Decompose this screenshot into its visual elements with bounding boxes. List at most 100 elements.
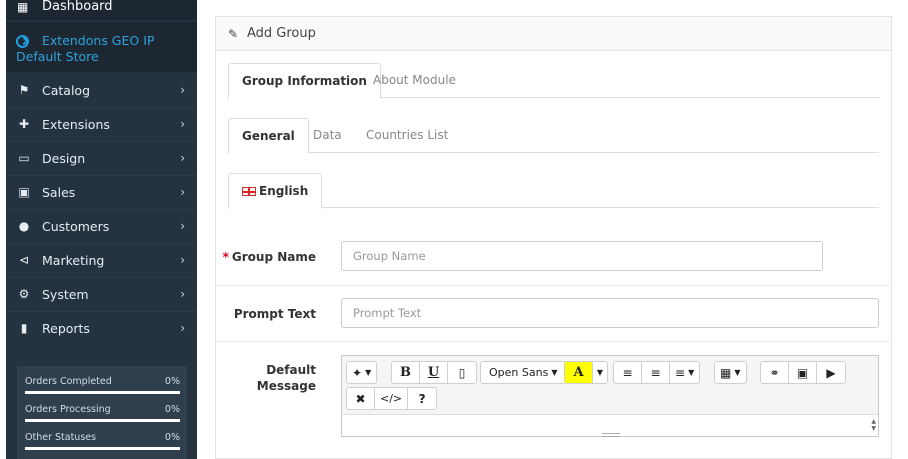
- sidebar-item-marketing[interactable]: ⊲ Marketing ›: [6, 244, 197, 278]
- tab-data[interactable]: Data: [300, 118, 355, 153]
- tab-language-english[interactable]: English: [228, 173, 323, 209]
- scroll-arrows-icon[interactable]: ▲ ▼: [871, 418, 876, 432]
- cart-icon: ▣: [18, 185, 30, 199]
- dashboard-icon: ▦: [17, 0, 29, 14]
- language-tabs: English: [228, 173, 879, 209]
- stat-progress-bar: [25, 419, 180, 422]
- chevron-right-icon: ›: [180, 219, 185, 233]
- caret-down-icon: ▼: [551, 368, 558, 377]
- share-icon: ⊲: [18, 253, 30, 267]
- stat-progress-bar: [25, 447, 180, 450]
- chevron-right-icon: ›: [180, 83, 185, 97]
- sidebar-item-label: Catalog: [42, 83, 91, 98]
- editor-insert-group: ⚭ ▣ ▶: [760, 361, 846, 384]
- uk-flag-icon: [242, 187, 256, 196]
- stat-orders-processing: Orders Processing 0%: [25, 400, 180, 426]
- magic-wand-button[interactable]: ✦ ▼: [347, 362, 376, 383]
- sidebar-item-label: System: [42, 287, 89, 302]
- editor-font-group: Open Sans ▼: [480, 361, 567, 384]
- sidebar-item-label: Sales: [42, 185, 76, 200]
- eraser-icon: ▯: [458, 365, 466, 380]
- caret-down-icon: ▼: [596, 368, 604, 377]
- group-name-label-text: Group Name: [231, 250, 316, 264]
- tag-icon: ⚑: [18, 83, 30, 97]
- chevron-right-icon: ›: [180, 287, 185, 301]
- caret-down-icon: ▼: [688, 368, 695, 377]
- main-tabs: Group Information About Module: [228, 63, 879, 99]
- prompt-text-row: Prompt Text: [216, 286, 891, 342]
- sidebar-item-label: Marketing: [42, 253, 105, 268]
- prompt-text-input[interactable]: [341, 298, 879, 328]
- font-family-value: Open Sans: [489, 366, 549, 379]
- editor-style-group: ✦ ▼: [346, 361, 378, 384]
- chevron-right-icon: ›: [180, 185, 185, 199]
- group-name-row: * Group Name: [216, 229, 891, 286]
- sidebar-item-label: Dashboard: [42, 0, 113, 14]
- video-icon: ▶: [826, 365, 836, 380]
- code-view-button[interactable]: </>: [375, 388, 409, 409]
- editor-font-style-group: B U ▯: [391, 361, 477, 384]
- stat-progress-bar: [25, 391, 180, 394]
- tab-about-module[interactable]: About Module: [360, 63, 469, 98]
- stat-percent: 0%: [164, 404, 180, 415]
- sidebar-item-system[interactable]: ⚙ System ›: [6, 278, 197, 312]
- ordered-list-button[interactable]: ≡: [642, 362, 670, 383]
- default-message-editor: ✦ ▼ B U ▯ Open Sans ▼ A ▼ ≡ ≡ ≡ ▼ ▦ ▼ ⚭ ▣ ▶ …: [341, 355, 879, 437]
- sidebar-item-sales[interactable]: ▣ Sales ›: [6, 176, 197, 210]
- link-button[interactable]: ⚭: [761, 362, 789, 383]
- group-name-input[interactable]: [341, 241, 823, 271]
- stat-other-statuses: Other Statuses 0%: [25, 428, 180, 454]
- font-family-dropdown[interactable]: Open Sans ▼: [481, 362, 565, 383]
- prompt-text-label: Prompt Text: [233, 307, 316, 321]
- editor-table-group: ▦ ▼: [714, 361, 747, 384]
- underline-button[interactable]: U: [420, 362, 448, 383]
- sidebar-item-label: Extendons GEO IP Default Store: [16, 33, 155, 64]
- numbered-list-icon: ≡: [650, 365, 661, 380]
- stat-name: Other Statuses: [25, 432, 97, 443]
- caret-down-icon: ▼: [734, 368, 741, 377]
- tab-general[interactable]: General: [228, 118, 309, 154]
- panel-heading: ✎ Add Group: [216, 17, 891, 51]
- chevron-right-icon: ›: [180, 321, 185, 335]
- default-message-label: Default Message: [256, 363, 316, 393]
- eraser-button[interactable]: ▯: [448, 362, 476, 383]
- resize-grip-icon[interactable]: [602, 433, 620, 437]
- fullscreen-button[interactable]: ✖: [347, 388, 375, 409]
- sidebar-item-label: Reports: [42, 321, 90, 336]
- help-button[interactable]: ?: [408, 388, 436, 409]
- sidebar-item-extendons-geo-ip[interactable]: Extendons GEO IP Default Store: [6, 22, 197, 72]
- bold-button[interactable]: B: [392, 362, 420, 383]
- sidebar-item-label: Extensions: [42, 117, 110, 132]
- stat-percent: 0%: [164, 376, 180, 387]
- sidebar-item-label: Design: [42, 151, 86, 166]
- add-group-panel: ✎ Add Group Group Information About Modu…: [215, 16, 892, 459]
- bullet-list-icon: ≡: [622, 365, 633, 380]
- sidebar-item-reports[interactable]: ▮ Reports ›: [6, 312, 197, 346]
- caret-down-icon: ▼: [365, 368, 372, 377]
- editor-color-group: A ▼: [564, 361, 608, 384]
- paragraph-align-button[interactable]: ≡ ▼: [670, 362, 699, 383]
- language-label: English: [259, 184, 309, 198]
- sidebar-item-dashboard[interactable]: ▦ Dashboard: [6, 0, 197, 20]
- image-button[interactable]: ▣: [789, 362, 817, 383]
- user-icon: ●: [18, 219, 30, 233]
- sidebar-item-label: Customers: [42, 219, 110, 234]
- stat-orders-completed: Orders Completed 0%: [25, 372, 180, 398]
- editor-view-group: ✖ </> ?: [346, 387, 438, 410]
- tab-countries-list[interactable]: Countries List: [353, 118, 461, 153]
- gear-icon: ⚙: [18, 287, 30, 301]
- editor-content-area[interactable]: ▲ ▼: [342, 414, 878, 437]
- sidebar-item-extensions[interactable]: ✚ Extensions ›: [6, 108, 197, 142]
- table-icon: ▦: [720, 365, 732, 380]
- sidebar-item-catalog[interactable]: ⚑ Catalog ›: [6, 74, 197, 108]
- text-color-button[interactable]: A: [565, 362, 593, 383]
- sidebar-item-customers[interactable]: ● Customers ›: [6, 210, 197, 244]
- color-dropdown-button[interactable]: ▼: [593, 362, 607, 383]
- video-button[interactable]: ▶: [817, 362, 845, 383]
- sidebar-item-design[interactable]: ▭ Design ›: [6, 142, 197, 176]
- table-button[interactable]: ▦ ▼: [715, 362, 746, 383]
- unordered-list-button[interactable]: ≡: [614, 362, 642, 383]
- tab-group-information[interactable]: Group Information: [228, 63, 381, 99]
- chevron-right-icon: ›: [180, 151, 185, 165]
- chevron-right-icon: ›: [180, 253, 185, 267]
